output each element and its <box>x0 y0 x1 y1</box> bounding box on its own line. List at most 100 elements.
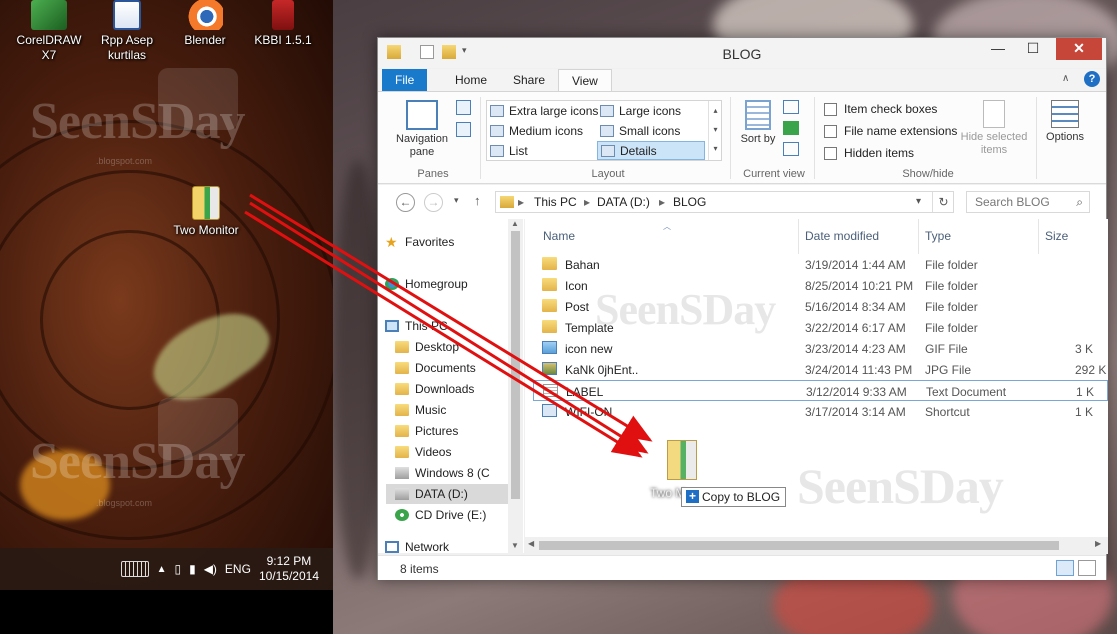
large-icons-view-toggle-icon[interactable] <box>1078 560 1096 576</box>
tab-file[interactable]: File <box>382 69 428 92</box>
table-row[interactable]: KaNk 0jhEnt.. 3/24/2014 11:43 PM JPG File 2… <box>533 359 1108 380</box>
layout-large-icons[interactable]: Large icons <box>597 102 705 121</box>
sort-by-button[interactable]: Sort by <box>740 100 776 146</box>
column-separator[interactable] <box>918 219 919 254</box>
scroll-down-icon[interactable]: ▼ <box>511 541 519 550</box>
table-row[interactable]: Template 3/22/2014 6:17 AM File folder <box>533 317 1108 338</box>
layout-gallery-scroll[interactable]: ▴ ▾ ▾ <box>708 101 722 160</box>
nav-scrollbar[interactable]: ▲ ▼ <box>508 219 523 553</box>
recent-locations-icon[interactable]: ▾ <box>454 195 459 206</box>
layout-list[interactable]: List <box>487 142 599 161</box>
search-icon[interactable]: ⌕ <box>1076 195 1083 210</box>
table-row[interactable]: LABEL 3/12/2014 9:33 AM Text Document 1 K <box>533 380 1108 401</box>
table-row[interactable]: Post 5/16/2014 8:34 AM File folder <box>533 296 1108 317</box>
preview-pane-icon[interactable] <box>456 100 471 115</box>
table-row[interactable]: icon new 3/23/2014 4:23 AM GIF File 3 K <box>533 338 1108 359</box>
navigation-pane-button[interactable]: Navigation pane <box>390 100 454 159</box>
nav-item-data-drive[interactable]: DATA (D:) <box>386 484 510 504</box>
desktop-icon-coreldraw[interactable]: CorelDRAW X7 <box>11 0 87 63</box>
nav-item-this-pc[interactable]: This PC <box>383 316 448 336</box>
nav-item-windows-drive[interactable]: Windows 8 (C <box>393 463 490 483</box>
hidden-items-checkbox[interactable]: Hidden items <box>824 146 914 160</box>
breadcrumb-data-drive[interactable]: DATA (D:) <box>597 195 650 209</box>
layout-details[interactable]: Details <box>597 141 705 160</box>
details-view-toggle-icon[interactable] <box>1056 560 1074 576</box>
column-separator[interactable] <box>1038 219 1039 254</box>
breadcrumb-blog[interactable]: BLOG <box>673 195 706 209</box>
close-button[interactable]: ✕ <box>1056 38 1102 60</box>
address-bar[interactable]: ▸ This PC ▸ DATA (D:) ▸ BLOG ▾ ↻ <box>495 191 954 213</box>
layout-option-label: Details <box>620 144 657 158</box>
details-pane-icon[interactable] <box>456 122 471 137</box>
nav-item-favorites[interactable]: ★ Favorites <box>383 232 454 252</box>
nav-item-downloads[interactable]: Downloads <box>393 379 474 399</box>
horizontal-scroll-thumb[interactable] <box>539 541 1059 550</box>
file-name-extensions-checkbox[interactable]: File name extensions <box>824 124 957 138</box>
scroll-right-icon[interactable]: ▶ <box>1095 539 1101 548</box>
size-columns-icon[interactable] <box>783 142 799 156</box>
horizontal-scrollbar[interactable]: ◀ ▶ <box>525 537 1108 554</box>
volume-icon[interactable]: ◀) <box>204 562 217 576</box>
minimize-button[interactable]: — <box>983 38 1013 60</box>
help-icon[interactable]: ? <box>1084 71 1100 87</box>
ribbon-separator <box>1036 97 1037 179</box>
nav-item-label: Pictures <box>415 424 459 438</box>
taskbar-clock[interactable]: 9:12 PM 10/15/2014 <box>259 554 319 584</box>
search-box[interactable]: Search BLOG ⌕ <box>966 191 1090 213</box>
desktop-icon-rpp[interactable]: Rpp Asep kurtilas <box>89 0 165 63</box>
tab-view[interactable]: View <box>558 69 612 92</box>
title-bar[interactable]: ▾ BLOG — ☐ ✕ <box>378 38 1106 68</box>
column-header-name[interactable]: Name <box>543 229 575 243</box>
address-dropdown-icon[interactable]: ▾ <box>916 196 921 207</box>
input-language[interactable]: ENG <box>225 562 251 576</box>
add-columns-icon[interactable] <box>783 121 799 135</box>
desktop-icon-kbbi[interactable]: KBBI 1.5.1 <box>245 0 321 48</box>
breadcrumb-separator[interactable]: ▸ <box>518 195 524 209</box>
desktop-icon-blender[interactable]: Blender <box>167 0 243 48</box>
status-bar: 8 items <box>378 555 1106 580</box>
battery-icon[interactable]: ▯ <box>174 562 181 576</box>
nav-item-music[interactable]: Music <box>393 400 446 420</box>
group-by-icon[interactable] <box>783 100 799 114</box>
nav-item-homegroup[interactable]: Homegroup <box>383 274 468 294</box>
hide-selected-items-button[interactable]: Hide selected items <box>958 100 1030 157</box>
table-row[interactable]: Bahan 3/19/2014 1:44 AM File folder <box>533 254 1108 275</box>
maximize-button[interactable]: ☐ <box>1018 38 1048 60</box>
desktop-icon-two-monitor[interactable]: Two Monitor <box>168 186 244 238</box>
scroll-up-icon[interactable]: ▲ <box>511 219 519 228</box>
layout-small-icons[interactable]: Small icons <box>597 122 705 141</box>
nav-item-documents[interactable]: Documents <box>393 358 476 378</box>
navigation-pane: ★ Favorites Homegroup This PC Desktop Doc… <box>378 219 524 553</box>
tab-share[interactable]: Share <box>500 69 558 92</box>
options-button[interactable]: Options <box>1042 100 1088 144</box>
up-button[interactable]: ↑ <box>474 193 481 208</box>
nav-item-pictures[interactable]: Pictures <box>393 421 458 441</box>
wallpaper-shadow <box>333 160 383 580</box>
breadcrumb-separator[interactable]: ▸ <box>584 195 590 209</box>
layout-medium-icons[interactable]: Medium icons <box>487 122 599 141</box>
column-header-date[interactable]: Date modified <box>805 229 879 243</box>
breadcrumb-separator[interactable]: ▸ <box>659 195 665 209</box>
scroll-left-icon[interactable]: ◀ <box>528 539 534 548</box>
network-signal-icon[interactable]: ▮ <box>189 562 196 576</box>
item-check-boxes-checkbox[interactable]: Item check boxes <box>824 102 937 116</box>
nav-item-desktop[interactable]: Desktop <box>393 337 459 357</box>
table-row[interactable]: WIFI-ON 3/17/2014 3:14 AM Shortcut 1 K <box>533 401 1108 422</box>
back-button[interactable]: ← <box>396 193 415 212</box>
nav-item-network[interactable]: Network <box>383 537 449 553</box>
column-header-type[interactable]: Type <box>925 229 951 243</box>
layout-extra-large-icons[interactable]: Extra large icons <box>487 102 599 121</box>
nav-item-cd-drive[interactable]: CD Drive (E:) <box>393 505 486 525</box>
table-row[interactable]: Icon 8/25/2014 10:21 PM File folder <box>533 275 1108 296</box>
tab-home[interactable]: Home <box>442 69 500 92</box>
forward-button[interactable]: → <box>424 193 443 212</box>
column-header-size[interactable]: Size <box>1045 229 1068 243</box>
breadcrumb-this-pc[interactable]: This PC <box>534 195 577 209</box>
nav-scroll-thumb[interactable] <box>511 231 520 499</box>
collapse-ribbon-icon[interactable]: ∧ <box>1062 73 1069 84</box>
show-hidden-icons-icon[interactable]: ▲ <box>157 564 167 575</box>
touch-keyboard-icon[interactable] <box>120 561 149 577</box>
nav-item-videos[interactable]: Videos <box>393 442 451 462</box>
refresh-icon[interactable]: ↻ <box>932 192 954 212</box>
column-separator[interactable] <box>798 219 799 254</box>
